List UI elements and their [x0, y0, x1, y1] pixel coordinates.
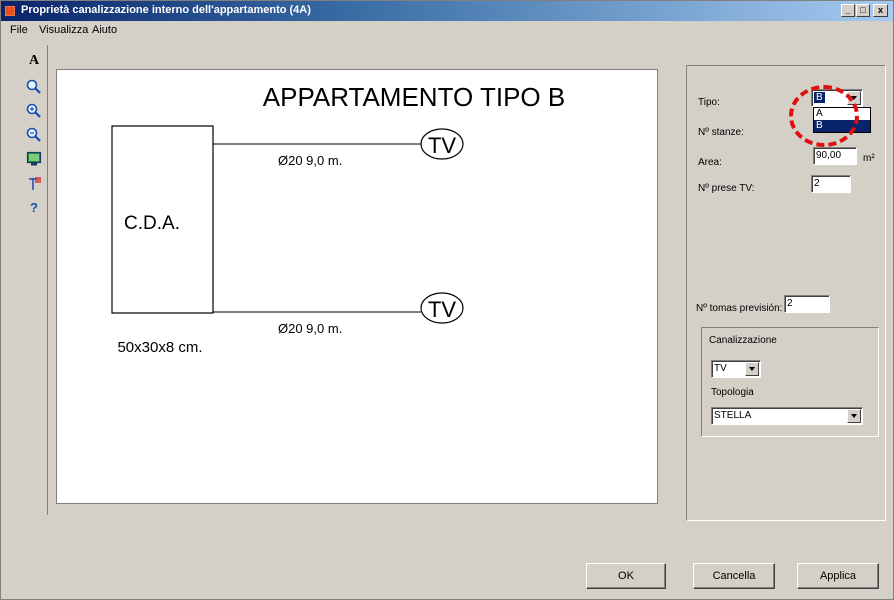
diagram: APPARTAMENTO TIPO B C.D.A. 50x30x8 cm. Ø…	[111, 82, 565, 356]
cable-label-2: Ø20 9,0 m.	[278, 321, 342, 336]
left-toolbar: A ?	[22, 45, 48, 515]
prese-tv-label: Nº prese TV:	[698, 183, 755, 194]
highlight-circle	[789, 85, 859, 147]
menu-bar: File Visualizza Aiuto	[1, 21, 893, 39]
zoom-out-icon	[26, 127, 41, 142]
antenna-icon	[29, 177, 41, 190]
ok-button[interactable]: OK	[586, 563, 666, 589]
apply-button[interactable]: Applica	[797, 563, 879, 589]
tomas-label: Nº tomas previsión:	[696, 303, 783, 314]
box-label: C.D.A.	[124, 213, 180, 234]
zoom-in-icon	[26, 103, 41, 118]
tv-label-1: TV	[428, 133, 456, 158]
drawing-canvas[interactable]: APPARTAMENTO TIPO B C.D.A. 50x30x8 cm. Ø…	[56, 69, 658, 504]
minimize-button[interactable]: _	[841, 4, 855, 17]
topology-label: Topologia	[711, 387, 754, 398]
print-preview-button[interactable]	[24, 149, 44, 169]
canalization-label: Canalizzazione	[709, 335, 777, 346]
box-size-label: 50x30x8 cm.	[117, 339, 202, 356]
close-button[interactable]: x	[873, 4, 888, 17]
menu-help[interactable]: Aiuto	[92, 24, 117, 36]
zoom-in-button[interactable]	[24, 101, 44, 121]
canalization-value: TV	[714, 363, 727, 374]
cancel-button[interactable]: Cancella	[693, 563, 775, 589]
magnifier-icon	[26, 79, 41, 94]
help-button[interactable]: ?	[24, 197, 44, 217]
text-icon: A	[28, 53, 40, 68]
tv-label-2: TV	[428, 297, 456, 322]
topology-value: STELLA	[714, 410, 752, 421]
tipo-label: Tipo:	[698, 97, 720, 108]
diagram-title: APPARTAMENTO TIPO B	[263, 82, 565, 112]
maximize-button[interactable]: □	[856, 4, 870, 17]
zoom-button[interactable]	[24, 77, 44, 97]
area-input[interactable]: 90,00	[813, 147, 857, 165]
area-unit: m²	[863, 153, 875, 164]
title-bar[interactable]: Proprietà canalizzazione interno dell'ap…	[1, 1, 893, 21]
chevron-down-icon[interactable]	[847, 409, 861, 423]
text-tool-button[interactable]: A	[24, 51, 44, 71]
menu-file[interactable]: File	[10, 24, 28, 36]
dialog-window: Proprietà canalizzazione interno dell'ap…	[0, 0, 894, 600]
app-icon	[5, 6, 15, 16]
zoom-out-button[interactable]	[24, 125, 44, 145]
question-icon: ?	[30, 199, 38, 215]
prese-tv-input[interactable]: 2	[811, 175, 851, 193]
area-label: Area:	[698, 157, 722, 168]
topology-select[interactable]: STELLA	[711, 407, 863, 425]
cable-label-1: Ø20 9,0 m.	[278, 153, 342, 168]
symbols-button[interactable]	[24, 173, 44, 193]
menu-view[interactable]: Visualizza	[39, 24, 88, 36]
canalization-select[interactable]: TV	[711, 360, 761, 378]
chevron-down-icon[interactable]	[745, 362, 759, 376]
monitor-icon	[26, 151, 42, 166]
stanze-label: Nº stanze:	[698, 127, 744, 138]
tomas-input[interactable]: 2	[784, 295, 830, 313]
window-title: Proprietà canalizzazione interno dell'ap…	[21, 4, 311, 16]
